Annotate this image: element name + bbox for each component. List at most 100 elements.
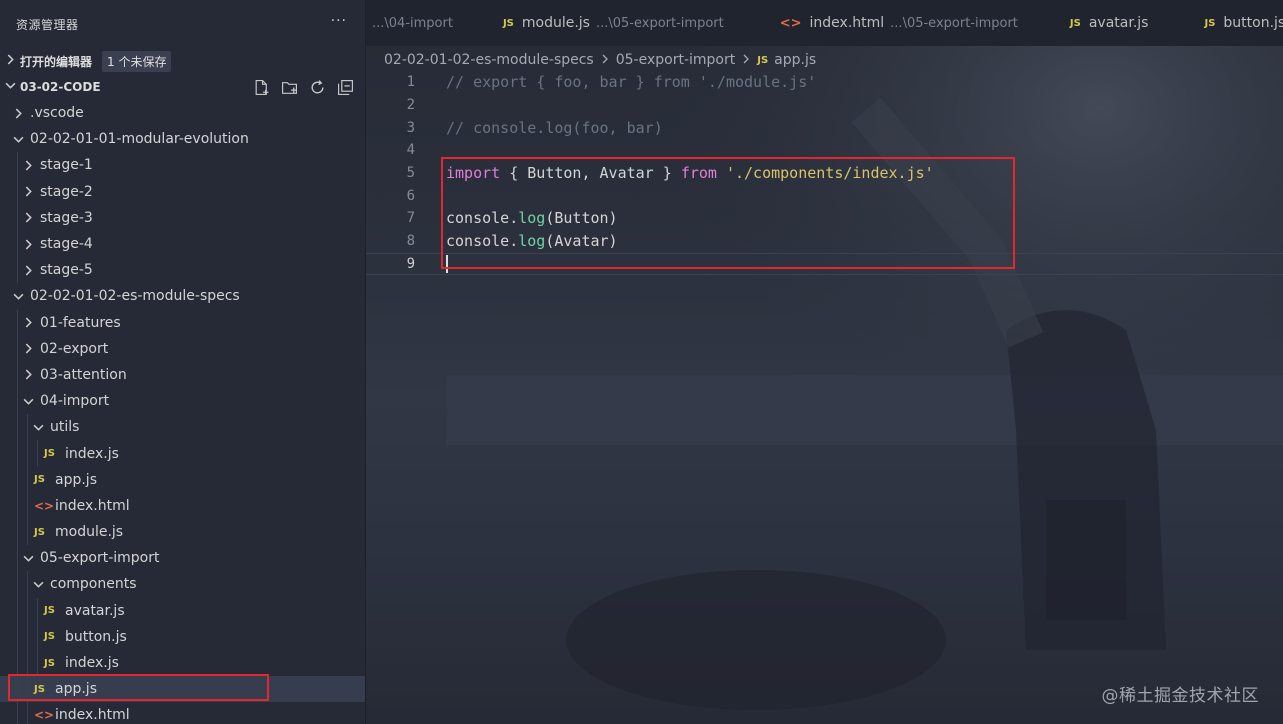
annotation-box-code [441, 157, 1015, 269]
chevron-right-icon [22, 159, 34, 171]
tree-file[interactable]: <> index.html [0, 492, 365, 519]
open-editors-section[interactable]: 打开的编辑器 1 个未保存 [0, 48, 365, 74]
tree-folder[interactable]: components [0, 571, 365, 598]
indent-guide [37, 623, 38, 650]
tree-folder[interactable]: 01-features [0, 309, 365, 336]
more-actions-icon[interactable]: ··· [331, 13, 347, 29]
new-file-icon[interactable] [251, 77, 271, 97]
tree-item-label: 01-features [40, 314, 121, 331]
workspace-root-label: 03-02-CODE [20, 80, 101, 94]
code-comment: // console.log(foo, bar) [446, 118, 663, 137]
code-line[interactable]: 1 // export { foo, bar } from './module.… [366, 71, 1283, 94]
tree-item-label: 02-02-01-01-modular-evolution [30, 131, 249, 148]
html-file-icon: <> [34, 498, 55, 513]
tree-folder[interactable]: 02-02-01-01-modular-evolution [0, 126, 365, 152]
tree-folder[interactable]: stage-3 [0, 204, 365, 231]
indent-guide [17, 545, 18, 572]
breadcrumb-part[interactable]: 05-export-import [616, 52, 736, 68]
tab-label: button.js [1223, 15, 1283, 31]
tree-folder[interactable]: 04-import [0, 388, 365, 415]
code-line[interactable]: 3 // console.log(foo, bar) [366, 116, 1283, 139]
tree-item-label: 02-export [40, 340, 109, 357]
editor-tab[interactable]: ...\04-import [366, 0, 503, 46]
tree-folder[interactable]: .vscode [0, 100, 365, 126]
chevron-right-icon [600, 53, 610, 67]
tree-folder[interactable]: 03-attention [0, 361, 365, 389]
tree-folder[interactable]: stage-2 [0, 178, 365, 205]
indent-guide [27, 571, 28, 598]
editor-area: ...\04-import JS module.js ...\05-export-im… [366, 0, 1283, 724]
tab-description: ...\05-export-import [595, 15, 724, 31]
indent-guide [27, 702, 28, 724]
indent-guide [37, 649, 38, 677]
tree-item-label: stage-1 [40, 157, 93, 174]
tree-file[interactable]: JS module.js [0, 519, 365, 546]
tab-description: ...\05-export-import [890, 15, 1018, 31]
editor-tab[interactable]: JS module.js ...\05-export-import [503, 0, 780, 46]
chevron-right-icon [12, 107, 24, 119]
tree-file[interactable]: <> index.html [0, 702, 365, 724]
chevron-right-icon [22, 343, 34, 355]
tree-item-label: 04-import [40, 393, 110, 410]
unsaved-badge: 1 个未保存 [102, 50, 172, 72]
indent-guide [17, 597, 18, 624]
line-number: 8 [406, 233, 415, 250]
tree-folder[interactable]: utils [0, 414, 365, 441]
tree-item-label: utils [50, 419, 80, 436]
refresh-icon[interactable] [307, 77, 327, 97]
code-comment: // export { foo, bar } from './module.js… [446, 73, 817, 92]
tree-file[interactable]: JS index.js [0, 649, 365, 677]
tree-item-label: avatar.js [65, 602, 125, 619]
indent-guide [17, 519, 18, 546]
tree-item-label: stage-5 [40, 262, 93, 279]
breadcrumb-part[interactable]: 02-02-01-02-es-module-specs [384, 52, 594, 68]
tree-folder[interactable]: stage-5 [0, 257, 365, 284]
new-folder-icon[interactable] [279, 77, 299, 97]
line-number: 5 [406, 165, 415, 182]
indent-guide [17, 257, 18, 284]
workspace-root-section[interactable]: 03-02-CODE [0, 74, 365, 100]
watermark: @稀土掘金技术社区 [1101, 686, 1259, 706]
js-file-icon: JS [757, 54, 769, 66]
chevron-right-icon [741, 53, 751, 67]
indent-guide [17, 230, 18, 258]
tree-file[interactable]: JS index.js [0, 440, 365, 467]
line-number: 3 [406, 119, 415, 136]
tree-folder[interactable]: 02-02-01-02-es-module-specs [0, 283, 365, 309]
tree-folder[interactable]: stage-4 [0, 230, 365, 258]
tree-folder[interactable]: stage-1 [0, 152, 365, 179]
explorer-header: 资源管理器 ··· [0, 0, 365, 48]
chevron-right-icon [22, 369, 34, 381]
chevron-down-icon [12, 290, 24, 302]
indent-guide [27, 414, 28, 441]
line-number: 4 [406, 142, 415, 159]
chevron-down-icon [22, 395, 34, 407]
tree-file[interactable]: JS app.js [0, 466, 365, 493]
indent-guide [27, 492, 28, 519]
chevron-right-icon [22, 264, 34, 276]
indent-guide [17, 178, 18, 205]
collapse-all-icon[interactable] [335, 77, 355, 97]
indent-guide [27, 623, 28, 650]
tree-folder[interactable]: 02-export [0, 335, 365, 362]
tree-file[interactable]: JS button.js [0, 623, 365, 650]
editor-tab[interactable]: JS button.js [1204, 0, 1283, 46]
chevron-down-icon [12, 133, 24, 145]
line-number: 1 [406, 74, 415, 91]
editor-tab[interactable]: JS avatar.js [1070, 0, 1205, 46]
js-file-icon: JS [44, 605, 55, 617]
editor-tab[interactable]: <> index.html ...\05-export-import [780, 0, 1056, 46]
chevron-right-icon [22, 186, 34, 198]
tree-item-label: 05-export-import [40, 550, 160, 567]
indent-guide [37, 597, 38, 624]
breadcrumb-file[interactable]: app.js [774, 52, 816, 68]
tree-item-label: module.js [55, 524, 124, 541]
tab-label: avatar.js [1088, 15, 1149, 31]
tree-folder[interactable]: 05-export-import [0, 545, 365, 572]
js-file-icon: JS [44, 448, 55, 460]
code-line[interactable]: 2 [366, 94, 1283, 117]
html-file-icon: <> [779, 15, 802, 31]
tree-item-label: 02-02-01-02-es-module-specs [30, 288, 240, 305]
tree-item-label: .vscode [30, 105, 84, 122]
tree-file[interactable]: JS avatar.js [0, 597, 365, 624]
